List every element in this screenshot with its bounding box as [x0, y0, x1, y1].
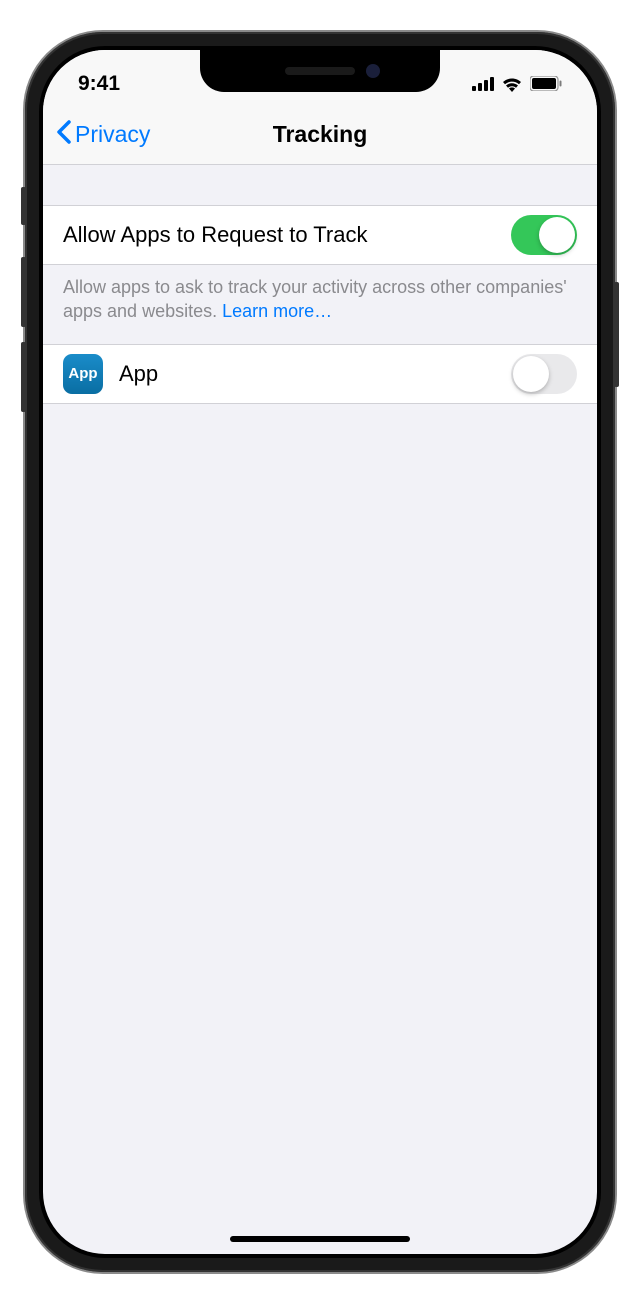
toggle-knob: [513, 356, 549, 392]
section-footer: Allow apps to ask to track your activity…: [43, 265, 597, 334]
cellular-signal-icon: [472, 77, 494, 91]
content: Allow Apps to Request to Track Allow app…: [43, 165, 597, 404]
home-indicator[interactable]: [230, 1236, 410, 1242]
back-button[interactable]: Privacy: [55, 120, 150, 150]
speaker: [285, 67, 355, 75]
power-button: [614, 282, 619, 387]
app-tracking-toggle[interactable]: [511, 354, 577, 394]
volume-down-button: [21, 342, 26, 412]
app-name: App: [119, 361, 511, 387]
wifi-icon: [501, 76, 523, 92]
silence-switch: [21, 187, 26, 225]
back-label: Privacy: [75, 121, 150, 148]
allow-apps-row: Allow Apps to Request to Track: [43, 205, 597, 265]
chevron-left-icon: [55, 120, 71, 150]
screen: 9:41 Pri: [43, 50, 597, 1254]
notch: [200, 50, 440, 92]
app-icon: App: [63, 354, 103, 394]
status-icons: [472, 76, 562, 92]
learn-more-link[interactable]: Learn more…: [222, 301, 332, 321]
nav-bar: Privacy Tracking: [43, 105, 597, 165]
front-camera: [366, 64, 380, 78]
allow-apps-label: Allow Apps to Request to Track: [63, 222, 511, 248]
phone-frame: 9:41 Pri: [25, 32, 615, 1272]
volume-up-button: [21, 257, 26, 327]
toggle-knob: [539, 217, 575, 253]
battery-icon: [530, 76, 562, 91]
status-time: 9:41: [78, 72, 120, 96]
app-row: App App: [43, 344, 597, 404]
allow-apps-toggle[interactable]: [511, 215, 577, 255]
